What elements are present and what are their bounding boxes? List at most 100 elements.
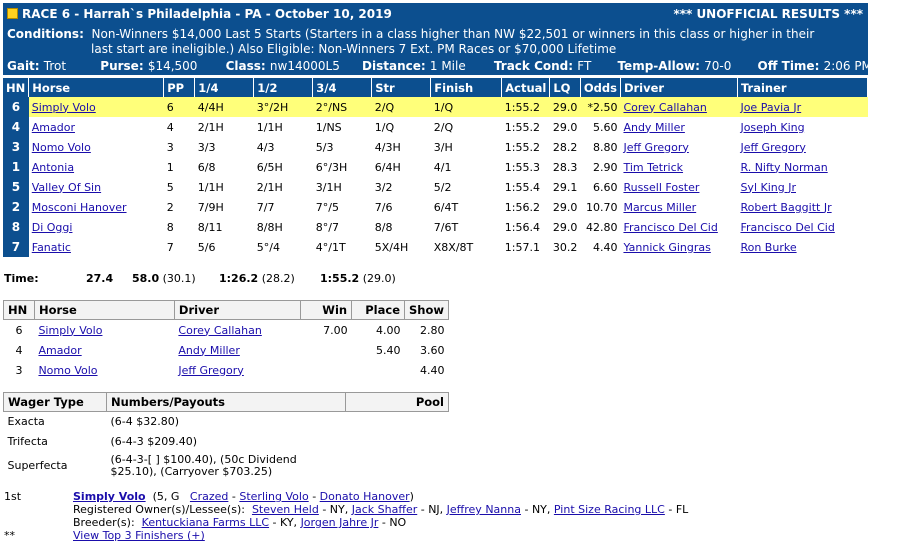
wps-show: 4.40 xyxy=(420,363,445,377)
horse-link[interactable]: Fanatic xyxy=(32,241,71,254)
driver-link[interactable]: Russell Foster xyxy=(623,181,699,194)
wager-payout-line: (6-4-3 $209.40) xyxy=(110,434,198,448)
winner-dam-link[interactable]: Sterling Volo xyxy=(239,490,308,503)
driver-link[interactable]: Corey Callahan xyxy=(623,101,706,114)
results-cell-horse: Di Oggi xyxy=(29,217,164,237)
horse-link[interactable]: Antonia xyxy=(32,161,74,174)
trainer-link[interactable]: Syl King Jr xyxy=(740,181,796,194)
results-cell-driver: Corey Callahan xyxy=(620,97,738,117)
owner-link[interactable]: Jack Shaffer xyxy=(352,503,417,516)
track-name: Harrah`s Philadelphia xyxy=(83,7,232,21)
trainer-link[interactable]: Francisco Del Cid xyxy=(740,221,834,234)
results-cell-fin: 3/H xyxy=(433,140,453,154)
results-cell-odds: 8.80 xyxy=(592,140,618,154)
driver-link[interactable]: Francisco Del Cid xyxy=(623,221,717,234)
col-lq: LQ xyxy=(549,78,581,97)
horse-link[interactable]: Simply Volo xyxy=(32,101,96,114)
results-cell-q2: 3°/2H xyxy=(253,97,313,117)
results-cell-pp: 3 xyxy=(166,140,174,154)
owners-label: Registered Owner(s)/Lessee(s): xyxy=(73,503,245,516)
wager-payout: (6-4-3-[ ] $100.40), (50c Dividend $25.10… xyxy=(107,452,346,480)
square-icon xyxy=(7,8,18,19)
wager-payout-line: (6-4 $32.80) xyxy=(110,414,180,428)
horse-link[interactable]: Valley Of Sin xyxy=(32,181,101,194)
results-cell-odds: 10.70 xyxy=(585,200,618,214)
horse-link[interactable]: Amador xyxy=(38,344,81,357)
trainer-link[interactable]: Joseph King xyxy=(740,121,804,134)
time-q3-split: (28.2) xyxy=(261,272,295,285)
wps-col-hn: HN xyxy=(3,300,35,320)
wager-col-pool: Pool xyxy=(345,392,449,412)
col-q1: 1/4 xyxy=(194,78,255,97)
winner-place: 1st xyxy=(4,490,22,503)
wager-payout: (6-4 $32.80) xyxy=(107,412,346,432)
wager-col-payouts: Numbers/Payouts xyxy=(106,392,346,412)
results-cell-fin: 1/Q xyxy=(430,97,502,117)
results-cell-odds: 6.60 xyxy=(592,180,618,194)
results-cell-horse: Amador xyxy=(29,117,164,137)
wager-header-row: Wager Type Numbers/Payouts Pool xyxy=(3,392,449,412)
wps-horse: Simply Volo xyxy=(34,320,174,341)
results-cell-q3: 8°/7 xyxy=(315,220,339,234)
results-cell-q1: 7/9H xyxy=(197,200,224,214)
trainer-link[interactable]: Jeff Gregory xyxy=(740,141,805,154)
owner-link[interactable]: Pint Size Racing LLC xyxy=(554,503,665,516)
results-cell-pp: 5 xyxy=(166,180,174,194)
results-cell-trainer: Ron Burke xyxy=(737,237,867,257)
wps-driver: Andy Miller xyxy=(174,340,300,360)
winner-horse-link[interactable]: Simply Volo xyxy=(73,490,146,503)
results-cell-actual: 1:55.2 xyxy=(504,140,540,154)
driver-link[interactable]: Andy Miller xyxy=(623,121,684,134)
horse-link[interactable]: Mosconi Hanover xyxy=(32,201,127,214)
results-row: 7 Fanatic 7 5/6 5°/4 4°/1T 5X/4H X8X/8T 1:57.1 30… xyxy=(3,237,868,257)
results-cell-pp: 1 xyxy=(166,160,174,174)
owner-location: - FL xyxy=(668,503,689,516)
results-cell-str: 7/6 xyxy=(374,200,393,214)
results-cell-q3: 6°/3H xyxy=(315,160,348,174)
time-final-split: (29.0) xyxy=(362,272,396,285)
results-cell-horse: Valley Of Sin xyxy=(29,177,164,197)
owner-location: - NJ, xyxy=(420,503,444,516)
results-cell-trainer: Jeff Gregory xyxy=(737,137,867,157)
horse-link[interactable]: Nomo Volo xyxy=(32,141,91,154)
results-cell-pp: 7 xyxy=(166,240,174,254)
owner-link[interactable]: Steven Held xyxy=(252,503,319,516)
view-top-finishers-link[interactable]: View Top 3 Finishers (+) xyxy=(73,529,205,542)
results-cell-q2: 8/8H xyxy=(256,220,283,234)
horse-link[interactable]: Simply Volo xyxy=(38,324,102,337)
trainer-link[interactable]: R. Nifty Norman xyxy=(740,161,827,174)
results-cell-hn: 7 xyxy=(3,237,29,257)
trainer-link[interactable]: Joe Pavia Jr xyxy=(740,101,801,114)
horse-link[interactable]: Di Oggi xyxy=(32,221,73,234)
driver-link[interactable]: Andy Miller xyxy=(178,344,239,357)
wager-row: Superfecta (6-4-3-[ ] $100.40), (50c Divi… xyxy=(4,452,449,480)
horse-link[interactable]: Amador xyxy=(32,121,75,134)
driver-link[interactable]: Marcus Miller xyxy=(623,201,696,214)
race-date: October 10, 2019 xyxy=(274,7,392,21)
driver-link[interactable]: Yannick Gingras xyxy=(623,241,710,254)
driver-link[interactable]: Corey Callahan xyxy=(178,324,261,337)
wager-pool xyxy=(346,412,449,432)
results-cell-str: 3/2 xyxy=(374,180,393,194)
results-cell-odds: 2.90 xyxy=(592,160,618,174)
conditions: Conditions: Non-Winners $14,000 Last 5 S… xyxy=(7,27,814,41)
winner-damsire-link[interactable]: Donato Hanover xyxy=(320,490,410,503)
results-cell-odds: 42.80 xyxy=(585,220,618,234)
owner-link[interactable]: Jeffrey Nanna xyxy=(447,503,521,516)
col-hn: HN xyxy=(3,78,30,97)
trainer-link[interactable]: Robert Baggitt Jr xyxy=(740,201,831,214)
winner-sire-link[interactable]: Crazed xyxy=(190,490,228,503)
driver-link[interactable]: Tim Tetrick xyxy=(623,161,683,174)
driver-link[interactable]: Jeff Gregory xyxy=(623,141,688,154)
results-cell-q3: 7°/5 xyxy=(315,200,339,214)
trainer-link[interactable]: Ron Burke xyxy=(740,241,796,254)
driver-link[interactable]: Jeff Gregory xyxy=(178,364,243,377)
breeder-link[interactable]: Kentuckiana Farms LLC xyxy=(142,516,269,529)
horse-link[interactable]: Nomo Volo xyxy=(38,364,97,377)
results-cell-actual: 1:55.2 xyxy=(504,120,540,134)
results-cell-fin: 7/6T xyxy=(433,220,459,234)
breeder-link[interactable]: Jorgen Jahre Jr xyxy=(301,516,379,529)
results-cell-trainer: R. Nifty Norman xyxy=(737,157,867,177)
winner-line: 1st Simply Volo (5, G Crazed - Sterling … xyxy=(4,490,414,503)
owner-location: - NY, xyxy=(524,503,551,516)
